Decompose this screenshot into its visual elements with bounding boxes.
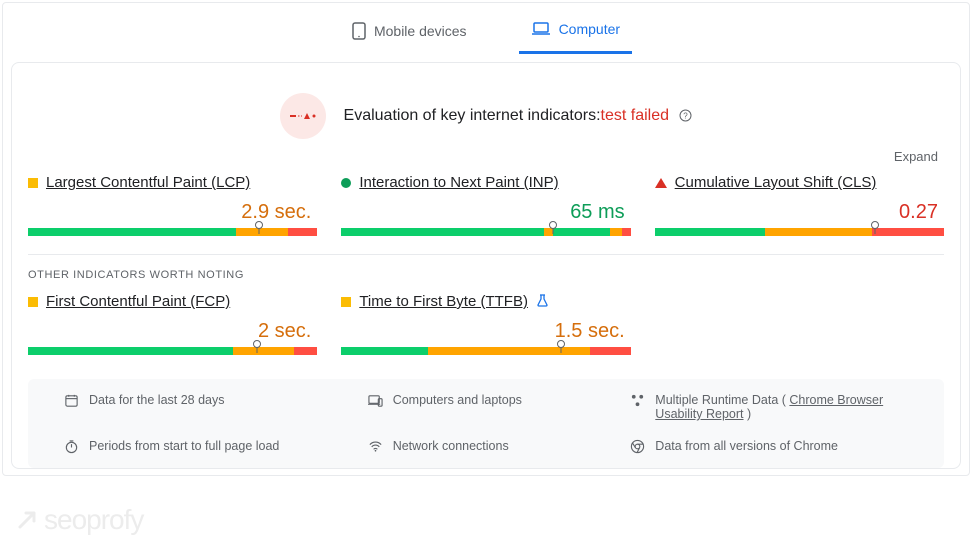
bar-pin-icon (549, 221, 557, 229)
core-metrics: Largest Contentful Paint (LCP) 2.9 sec. … (28, 174, 944, 254)
footer-info: Data for the last 28 days Computers and … (28, 379, 944, 468)
device-icon (368, 393, 383, 408)
hero-status-text: test failed (601, 107, 669, 124)
metric-fcp-name[interactable]: First Contentful Paint (FCP) (46, 293, 230, 310)
metric-lcp-value: 2.9 sec. (28, 201, 317, 224)
metric-inp-name[interactable]: Interaction to Next Paint (INP) (359, 174, 558, 191)
expand-link[interactable]: Expand (894, 149, 938, 164)
status-square-orange-icon (28, 178, 38, 188)
other-section-label: OTHER INDICATORS WORTH NOTING (28, 269, 944, 281)
device-tabs: Mobile devices Computer (3, 3, 969, 54)
metric-cls-value: 0.27 (655, 201, 944, 224)
metric-cls-name[interactable]: Cumulative Layout Shift (CLS) (675, 174, 877, 191)
bar-pin-icon (871, 221, 879, 229)
info-icon[interactable]: ? (679, 109, 692, 122)
footer-network: Network connections (393, 439, 509, 453)
metric-cls: Cumulative Layout Shift (CLS) 0.27 (655, 174, 944, 236)
lab-flask-icon (536, 294, 549, 310)
metric-ttfb: Time to First Byte (TTFB) 1.5 sec. (341, 293, 630, 355)
metric-ttfb-value: 1.5 sec. (341, 320, 630, 343)
metric-fcp-bar (28, 347, 317, 355)
footer-period: Data for the last 28 days (89, 393, 225, 407)
hero-title: Evaluation of key internet indicators:te… (344, 107, 693, 125)
metric-fcp: First Contentful Paint (FCP) 2 sec. (28, 293, 317, 355)
stopwatch-icon (64, 439, 79, 454)
footer-device: Computers and laptops (393, 393, 522, 407)
mobile-icon (352, 22, 366, 40)
tab-computer-label: Computer (559, 21, 620, 37)
metric-ttfb-bar (341, 347, 630, 355)
bar-pin-icon (255, 221, 263, 229)
status-dot-green-icon (341, 178, 351, 188)
other-metrics: First Contentful Paint (FCP) 2 sec. Time… (28, 293, 944, 373)
metric-ttfb-name[interactable]: Time to First Byte (TTFB) (359, 293, 528, 310)
laptop-icon (531, 21, 551, 37)
metric-lcp-name[interactable]: Largest Contentful Paint (LCP) (46, 174, 250, 191)
status-square-orange-icon (28, 297, 38, 307)
footer-timing: Periods from start to full page load (89, 439, 279, 453)
footer-chrome: Data from all versions of Chrome (655, 439, 838, 453)
watermark: seoprofy (14, 504, 143, 536)
metric-lcp: Largest Contentful Paint (LCP) 2.9 sec. (28, 174, 317, 236)
bar-pin-icon (557, 340, 565, 348)
metric-inp: Interaction to Next Paint (INP) 65 ms (341, 174, 630, 236)
hero-title-text: Evaluation of key internet indicators: (344, 107, 601, 124)
svg-text:?: ? (684, 112, 689, 121)
footer-report: Multiple Runtime Data ( Chrome Browser U… (655, 393, 918, 421)
nodes-icon (630, 393, 645, 408)
metric-inp-bar (341, 228, 630, 236)
divider (28, 254, 944, 255)
metric-cls-bar (655, 228, 944, 236)
status-triangle-red-icon (655, 178, 667, 188)
vitals-card: Evaluation of key internet indicators:te… (11, 62, 961, 469)
hero: Evaluation of key internet indicators:te… (28, 79, 944, 145)
metric-lcp-bar (28, 228, 317, 236)
metric-inp-value: 65 ms (341, 201, 630, 224)
status-fail-icon (280, 93, 326, 139)
tab-computer[interactable]: Computer (519, 13, 632, 54)
metric-fcp-value: 2 sec. (28, 320, 317, 343)
metric-empty (655, 293, 944, 355)
calendar-icon (64, 393, 79, 408)
chrome-icon (630, 439, 645, 454)
status-square-orange-icon (341, 297, 351, 307)
tab-mobile-label: Mobile devices (374, 23, 467, 39)
tab-mobile[interactable]: Mobile devices (340, 13, 479, 54)
bar-pin-icon (253, 340, 261, 348)
wifi-icon (368, 439, 383, 454)
